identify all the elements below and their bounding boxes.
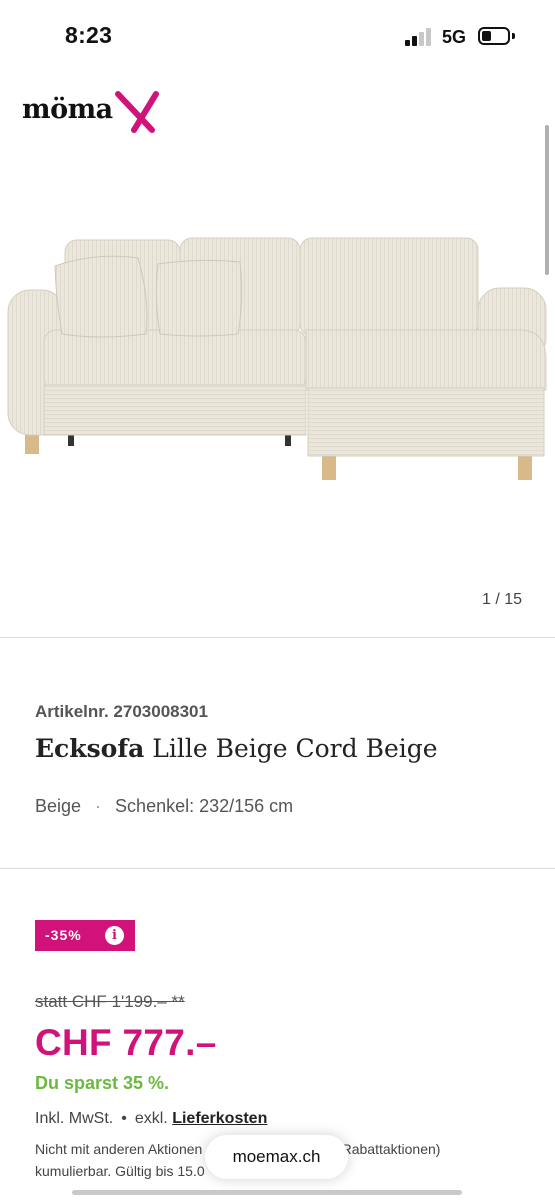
signal-icon [405,28,435,46]
sofa-product-image [7,237,547,480]
browser-url-bar[interactable]: moemax.ch [205,1135,348,1179]
home-indicator[interactable] [72,1190,462,1195]
logo-text: möma [22,94,113,125]
product-dimensions: Schenkel: 232/156 cm [115,796,294,816]
divider [0,868,555,869]
divider [0,637,555,638]
current-price: CHF 777.– [35,1022,217,1063]
info-icon[interactable]: i [105,926,124,945]
delivery-costs-link[interactable]: Lieferkosten [172,1110,267,1127]
battery-icon [478,27,510,45]
status-bar: 8:23 5G [0,0,555,70]
product-color: Beige [35,796,82,816]
product-title-name: Lille Beige Cord Beige [144,734,438,763]
tax-separator: • [121,1110,127,1127]
product-title-type: Ecksofa [35,734,145,763]
old-price: statt CHF 1'199.– ** [35,992,185,1011]
image-counter: 1 / 15 [481,591,522,608]
discount-badge[interactable]: -35% i [35,920,135,951]
discount-badge-label: -35% [45,927,82,943]
tax-included: Inkl. MwSt. [35,1110,114,1127]
delivery-prefix: exkl. [134,1110,168,1127]
battery-tip-icon [512,33,515,39]
moemax-logo[interactable]: möma [22,90,162,138]
product-title: Ecksofa Lille Beige Cord Beige [35,734,438,763]
clock: 8:23 [65,22,113,48]
saving-text: Du sparst 35 %. [35,1073,170,1093]
article-number: Artikelnr. 2703008301 [35,702,208,721]
attribute-separator: · [95,796,102,816]
logo-x-icon [115,91,159,133]
network-label: 5G [442,27,467,47]
product-image-gallery[interactable] [0,150,555,630]
tax-info: Inkl. MwSt. • exkl. Lieferkosten [35,1110,267,1128]
product-attributes: Beige · Schenkel: 232/156 cm [35,796,293,817]
